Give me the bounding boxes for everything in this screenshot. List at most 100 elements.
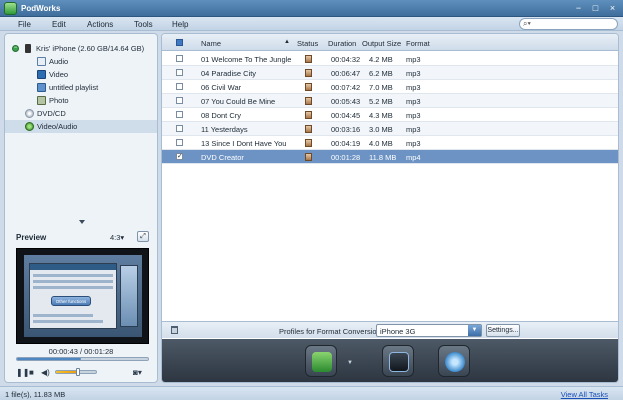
device-label: Kris' iPhone (2.60 GB/14.64 GB) [36, 44, 145, 53]
playback-time: 00:00:43 / 00:01:28 [48, 347, 114, 356]
column-format[interactable]: Format [406, 39, 430, 48]
table-row[interactable]: 04 Paradise City 00:06:47 6.2 MB mp3 [162, 66, 618, 80]
menu-file[interactable]: File [18, 20, 31, 29]
cell-name: 13 Since I Dont Have You [201, 139, 287, 148]
iphone-icon [25, 44, 31, 53]
cell-name: 08 Dont Cry [201, 111, 242, 120]
column-duration[interactable]: Duration [328, 39, 356, 48]
profile-value: iPhone 3G [380, 327, 416, 336]
volume-slider[interactable] [55, 368, 97, 376]
volume-knob[interactable] [76, 368, 80, 376]
cell-output-size: 5.2 MB [369, 97, 393, 106]
column-status[interactable]: Status [297, 39, 318, 48]
cell-duration: 00:06:47 [331, 69, 361, 78]
search-box[interactable]: ⌕▾ [519, 18, 618, 30]
camera-icon[interactable]: ◙▾ [133, 368, 142, 377]
table-row[interactable]: ✓ DVD Creator 00:01:28 11.8 MB mp4 [162, 150, 618, 164]
file-status-icon [305, 83, 312, 91]
add-files-button[interactable] [305, 345, 337, 377]
cell-name: 07 You Could Be Mine [201, 97, 276, 106]
table-row[interactable]: 13 Since I Dont Have You 00:04:19 4.0 MB mp… [162, 136, 618, 150]
menu-help[interactable]: Help [172, 20, 188, 29]
aspect-ratio-select[interactable]: 4:3▾ [110, 233, 124, 242]
search-icon: ⌕▾ [523, 19, 531, 28]
add-dropdown-icon[interactable]: ▼ [347, 360, 353, 366]
cell-output-size: 11.8 MB [369, 153, 397, 162]
cell-duration: 00:04:45 [331, 111, 361, 120]
tree-item-dvd[interactable]: DVD/CD [5, 107, 157, 120]
seek-progress [17, 358, 82, 360]
cell-output-size: 6.2 MB [369, 69, 393, 78]
seek-slider[interactable] [16, 357, 149, 361]
table-header: Name ▲ Status Duration Output Size Forma… [162, 34, 618, 51]
menu-edit[interactable]: Edit [52, 20, 66, 29]
cell-format: mp4 [406, 153, 421, 162]
row-checkbox[interactable] [176, 83, 183, 90]
cell-format: mp3 [406, 125, 421, 134]
cell-name: 01 Welcome To The Jungle [201, 55, 292, 64]
row-checkbox[interactable] [176, 55, 183, 62]
table-row[interactable]: 06 Civil War 00:07:42 7.0 MB mp3 [162, 80, 618, 94]
volume-icon[interactable]: ◀) [41, 368, 50, 377]
tree-item-video-audio[interactable]: Video/Audio [5, 120, 157, 133]
cell-format: mp3 [406, 111, 421, 120]
row-checkbox[interactable] [176, 69, 183, 76]
tree-item-label: untitled playlist [49, 83, 99, 92]
video-icon [37, 70, 46, 79]
transfer-to-device-button[interactable] [382, 345, 414, 377]
row-checkbox[interactable] [176, 97, 183, 104]
cell-format: mp3 [406, 55, 421, 64]
table-row[interactable]: 08 Dont Cry 00:04:45 4.3 MB mp3 [162, 108, 618, 122]
audio-icon [37, 57, 46, 66]
app-logo-icon [4, 2, 17, 15]
table-row[interactable]: 11 Yesterdays 00:03:16 3.0 MB mp3 [162, 122, 618, 136]
view-all-tasks-link[interactable]: View All Tasks [561, 390, 608, 399]
settings-button[interactable]: Settings... [486, 324, 520, 337]
device-transfer-icon [389, 352, 409, 372]
detach-preview-button[interactable]: ⤢ [137, 231, 149, 242]
maximize-button[interactable]: □ [590, 3, 601, 14]
cell-format: mp3 [406, 139, 421, 148]
row-checkbox[interactable] [176, 139, 183, 146]
cell-format: mp3 [406, 69, 421, 78]
trash-icon[interactable] [171, 326, 178, 334]
pause-icon[interactable]: ❚❚ [16, 368, 29, 377]
media-icon [25, 122, 34, 131]
tree-item-audio[interactable]: Audio [5, 55, 157, 68]
file-status-icon [305, 69, 312, 77]
file-status-icon [305, 111, 312, 119]
export-to-itunes-button[interactable] [438, 345, 470, 377]
file-status-icon [305, 139, 312, 147]
search-input[interactable] [536, 20, 614, 29]
minimize-button[interactable]: − [573, 3, 584, 14]
column-output-size[interactable]: Output Size [362, 39, 401, 48]
tree-item-device[interactable]: − Kris' iPhone (2.60 GB/14.64 GB) [5, 42, 157, 55]
table-row[interactable]: 07 You Could Be Mine 00:05:43 5.2 MB mp3 [162, 94, 618, 108]
tree-item-video[interactable]: Video [5, 68, 157, 81]
preview-header: Preview 4:3▾ ⤢ [5, 230, 157, 244]
status-bar: 1 file(s), 11.83 MB View All Tasks [0, 386, 623, 400]
stop-icon[interactable]: ■ [29, 368, 34, 377]
close-button[interactable]: × [607, 3, 618, 14]
tree-item-photo[interactable]: Photo [5, 94, 157, 107]
cell-duration: 00:01:28 [331, 153, 361, 162]
video-frame-button: Other functions [51, 296, 91, 306]
menu-actions[interactable]: Actions [87, 20, 113, 29]
menu-tools[interactable]: Tools [134, 20, 153, 29]
row-checkbox[interactable] [176, 125, 183, 132]
collapse-icon[interactable]: − [12, 45, 19, 52]
row-checkbox[interactable]: ✓ [176, 153, 183, 160]
preview-video: Other functions [16, 248, 149, 344]
action-toolbar: ▼ [162, 339, 618, 382]
column-name[interactable]: Name [201, 39, 221, 48]
tree-item-playlist[interactable]: untitled playlist [5, 81, 157, 94]
select-all-checkbox[interactable] [176, 39, 183, 46]
file-status-icon [305, 153, 312, 161]
profile-select[interactable]: iPhone 3G ▼ [376, 324, 482, 337]
table-row[interactable]: 01 Welcome To The Jungle 00:04:32 4.2 MB mp… [162, 52, 618, 66]
tree-item-label: Video/Audio [37, 122, 78, 131]
splitter-handle[interactable] [79, 220, 85, 224]
row-checkbox[interactable] [176, 111, 183, 118]
library-panel: − Kris' iPhone (2.60 GB/14.64 GB) Audio … [4, 33, 158, 383]
cell-output-size: 3.0 MB [369, 125, 393, 134]
